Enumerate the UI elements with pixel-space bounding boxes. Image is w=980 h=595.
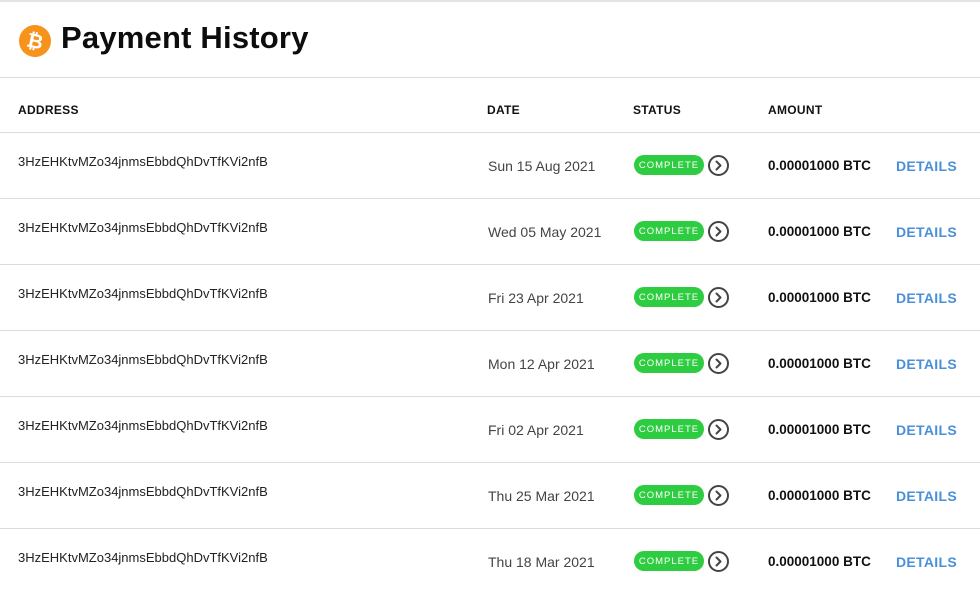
- status-badge: COMPLETE: [634, 419, 704, 439]
- table-header: ADDRESS DATE STATUS AMOUNT: [0, 79, 980, 133]
- status-badge: COMPLETE: [634, 353, 704, 373]
- wallet-address: 3HzEHKtvMZo34jnmsEbbdQhDvTfKVi2nfB: [18, 154, 268, 169]
- column-header-amount: AMOUNT: [768, 103, 823, 117]
- chevron-right-icon[interactable]: [708, 419, 729, 440]
- table-row: 3HzEHKtvMZo34jnmsEbbdQhDvTfKVi2nfB Fri 02…: [0, 397, 980, 463]
- wallet-address: 3HzEHKtvMZo34jnmsEbbdQhDvTfKVi2nfB: [18, 220, 268, 235]
- chevron-right-icon[interactable]: [708, 485, 729, 506]
- status-badge: COMPLETE: [634, 551, 704, 571]
- payment-date: Fri 02 Apr 2021: [488, 422, 584, 438]
- status-badge: COMPLETE: [634, 485, 704, 505]
- chevron-right-icon[interactable]: [708, 221, 729, 242]
- chevron-right-icon[interactable]: [708, 551, 729, 572]
- wallet-address: 3HzEHKtvMZo34jnmsEbbdQhDvTfKVi2nfB: [18, 418, 268, 433]
- chevron-right-icon[interactable]: [708, 287, 729, 308]
- wallet-address: 3HzEHKtvMZo34jnmsEbbdQhDvTfKVi2nfB: [18, 286, 268, 301]
- payment-amount: 0.00001000 BTC: [768, 158, 871, 173]
- status-badge: COMPLETE: [634, 221, 704, 241]
- chevron-right-icon[interactable]: [708, 353, 729, 374]
- table-row: 3HzEHKtvMZo34jnmsEbbdQhDvTfKVi2nfB Thu 18…: [0, 529, 980, 595]
- status-badge: COMPLETE: [634, 287, 704, 307]
- payment-amount: 0.00001000 BTC: [768, 356, 871, 371]
- table-row: 3HzEHKtvMZo34jnmsEbbdQhDvTfKVi2nfB Fri 23…: [0, 265, 980, 331]
- details-link[interactable]: DETAILS: [896, 488, 957, 504]
- payment-date: Sun 15 Aug 2021: [488, 158, 596, 174]
- chevron-right-icon[interactable]: [708, 155, 729, 176]
- details-link[interactable]: DETAILS: [896, 158, 957, 174]
- table-row: 3HzEHKtvMZo34jnmsEbbdQhDvTfKVi2nfB Mon 12…: [0, 331, 980, 397]
- details-link[interactable]: DETAILS: [896, 224, 957, 240]
- payment-date: Fri 23 Apr 2021: [488, 290, 584, 306]
- wallet-address: 3HzEHKtvMZo34jnmsEbbdQhDvTfKVi2nfB: [18, 484, 268, 499]
- payment-amount: 0.00001000 BTC: [768, 422, 871, 437]
- payment-amount: 0.00001000 BTC: [768, 488, 871, 503]
- bitcoin-icon: ₿: [16, 22, 54, 60]
- wallet-address: 3HzEHKtvMZo34jnmsEbbdQhDvTfKVi2nfB: [18, 352, 268, 367]
- payment-date: Thu 25 Mar 2021: [488, 488, 595, 504]
- details-link[interactable]: DETAILS: [896, 356, 957, 372]
- details-link[interactable]: DETAILS: [896, 290, 957, 306]
- column-header-address: ADDRESS: [18, 103, 79, 117]
- page-title: Payment History: [61, 20, 309, 55]
- table-row: 3HzEHKtvMZo34jnmsEbbdQhDvTfKVi2nfB Sun 15…: [0, 133, 980, 199]
- table-row: 3HzEHKtvMZo34jnmsEbbdQhDvTfKVi2nfB Wed 05…: [0, 199, 980, 265]
- wallet-address: 3HzEHKtvMZo34jnmsEbbdQhDvTfKVi2nfB: [18, 550, 268, 565]
- page-header: ₿ Payment History: [0, 2, 980, 78]
- payment-amount: 0.00001000 BTC: [768, 554, 871, 569]
- details-link[interactable]: DETAILS: [896, 422, 957, 438]
- payment-amount: 0.00001000 BTC: [768, 224, 871, 239]
- payment-table-body: 3HzEHKtvMZo34jnmsEbbdQhDvTfKVi2nfB Sun 15…: [0, 133, 980, 595]
- payment-amount: 0.00001000 BTC: [768, 290, 871, 305]
- payment-date: Wed 05 May 2021: [488, 224, 602, 240]
- column-header-date: DATE: [487, 103, 520, 117]
- status-badge: COMPLETE: [634, 155, 704, 175]
- payment-date: Mon 12 Apr 2021: [488, 356, 595, 372]
- payment-date: Thu 18 Mar 2021: [488, 554, 595, 570]
- column-header-status: STATUS: [633, 103, 682, 117]
- table-row: 3HzEHKtvMZo34jnmsEbbdQhDvTfKVi2nfB Thu 25…: [0, 463, 980, 529]
- details-link[interactable]: DETAILS: [896, 554, 957, 570]
